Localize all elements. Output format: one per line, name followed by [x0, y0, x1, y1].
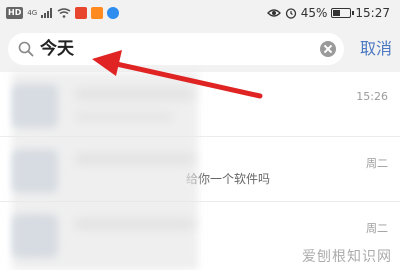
result-time: 周二: [366, 222, 388, 235]
app-notification-icon: [91, 7, 104, 19]
alarm-icon: [285, 8, 296, 19]
privacy-blur-overlay: [12, 72, 198, 270]
watermark: 爱刨根知识网: [302, 249, 392, 265]
clear-search-icon[interactable]: [320, 41, 336, 57]
search-input[interactable]: 今天: [8, 33, 344, 65]
message-preview: 给你一个软件吗: [186, 172, 271, 186]
cancel-button[interactable]: 取消: [360, 39, 392, 59]
battery-fill: [333, 10, 341, 16]
result-time: 周二: [366, 157, 388, 170]
wifi-icon: [57, 8, 71, 18]
app-notification-icon: [75, 7, 88, 19]
search-icon: [18, 41, 34, 57]
clock: 15:27: [355, 6, 390, 20]
hd-badge: HD: [6, 7, 24, 19]
app-notification-icon: [107, 7, 120, 19]
battery-icon: [331, 8, 355, 18]
search-query: 今天: [40, 39, 74, 59]
status-bar-right: 45% 15:27: [266, 4, 390, 22]
search-bar: 今天 取消: [0, 26, 400, 72]
battery-percent: 45%: [300, 6, 328, 20]
result-time: 15:26: [356, 90, 388, 103]
signal-icon: [41, 8, 53, 18]
network-type: 4G: [27, 9, 38, 17]
status-bar-left: HD 4G: [6, 4, 120, 22]
eye-icon: [266, 9, 281, 17]
status-bar: HD 4G 45% 15:27: [0, 0, 400, 26]
